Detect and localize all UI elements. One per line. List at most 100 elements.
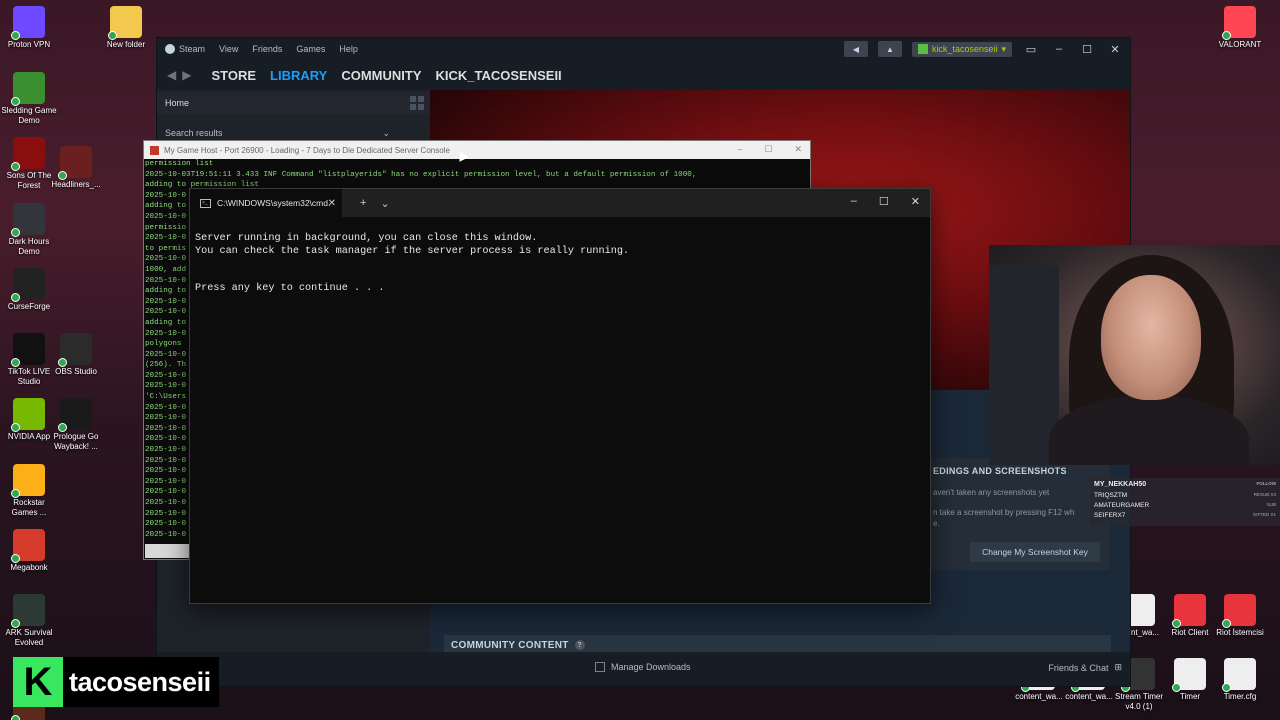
desktop-icon-label: Proton VPN [7,40,51,49]
ark-icon [11,594,45,628]
desktop-icon-label: VALORANT [1218,40,1262,49]
back-arrow-icon[interactable]: ◀ [167,68,176,82]
cmd-titlebar[interactable]: >_ C:\WINDOWS\system32\cmd. ✕ + ⌄ – ☐ ✕ [190,189,930,217]
desktop-icon-left-3[interactable]: Dark Hours Demo [0,203,58,257]
account-menu[interactable]: kick_tacosenseii ▾ [911,41,1012,57]
close-button[interactable]: ✕ [1106,43,1124,56]
add-friend-icon: ⊞ [1114,662,1122,672]
console-log-line: 2025-10-03T19:51:11 3.433 INF Command "l… [145,170,697,179]
desktop-icon-label: Megabonk [10,563,48,572]
riot-client-icon [1172,594,1206,628]
headliners-icon [58,146,92,180]
steam-menu-steam[interactable]: Steam [165,44,205,54]
grid-view-icon[interactable] [410,96,424,110]
cmd-line-3: Press any key to continue . . . [195,283,385,295]
frog-icon [11,72,45,106]
steam-bottom-bar: Manage Downloads Friends & Chat ⊞ [157,652,1130,686]
desktop-icon-col2-1[interactable]: Headliners_... [47,146,105,190]
cmd-window: >_ C:\WINDOWS\system32\cmd. ✕ + ⌄ – ☐ ✕ … [189,188,931,604]
steam-menu-bar: Steam View Friends Games Help ◀ ▲ kick_t… [157,38,1130,60]
sons-forest-icon [11,137,45,171]
avatar [917,44,928,54]
change-screenshot-key-button[interactable]: Change My Screenshot Key [970,542,1100,562]
maximize-button[interactable]: ☐ [879,195,889,208]
desktop-icon-left-9[interactable]: ARK Survival Evolved [0,594,58,648]
riot-istemcisi-icon [1222,594,1256,628]
desktop-icon-left-7[interactable]: Rockstar Games ... [0,464,58,518]
help-icon[interactable]: ? [574,640,585,650]
close-button[interactable]: ✕ [794,144,802,155]
follower-alerts: MY_NEKKAH50 FOLLOW TRIQSZTM RESUB X3 AMATE… [1090,478,1280,526]
desktop-icon-label: CurseForge [7,302,51,311]
console-log-line: permission list [145,160,214,168]
minimize-button[interactable]: – [737,144,742,155]
cmd-tab[interactable]: >_ C:\WINDOWS\system32\cmd. ✕ [190,189,342,217]
desktop-icon-left-1[interactable]: Sledding Game Demo [0,72,58,126]
notifications-button[interactable]: ▲ [877,41,902,57]
megaphone-icon: ◀ [852,44,860,54]
rockstar-icon [11,464,45,498]
chevron-down-icon: ▾ [1001,43,1006,54]
desktop-icon-label: Prologue Go Wayback! ... [53,432,99,451]
steam-menu-help[interactable]: Help [339,44,358,54]
desktop-icon-label: Riot İstemcisi [1216,628,1264,637]
desktop-icon-col2-0[interactable]: New folder [97,6,155,50]
minimize-button[interactable]: – [1050,43,1068,55]
desktop-icon-label: OBS Studio [55,367,97,376]
folder-icon [108,6,142,40]
nav-community[interactable]: COMMUNITY [341,68,421,83]
maximize-button[interactable]: ☐ [764,144,772,155]
desktop-icon-right-0[interactable]: VALORANT [1211,6,1269,50]
app-icon [150,145,159,155]
desktop-icon-left-8[interactable]: Megabonk [0,529,58,573]
streamer-name: tacosenseii [69,666,211,697]
manage-downloads-button[interactable]: Manage Downloads [595,662,691,672]
big-picture-button[interactable]: ▭ [1022,43,1040,56]
maximize-button[interactable]: ☐ [1078,43,1096,56]
download-icon [595,662,605,672]
prologue-icon [58,398,92,432]
cmd-line-2: You can check the task manager if the se… [195,245,630,257]
close-button[interactable]: ✕ [911,195,920,208]
desktop-icon-label: Sledding Game Demo [1,106,57,125]
forward-arrow-icon[interactable]: ▶ [182,68,191,82]
nav-profile[interactable]: KICK_TACOSENSEII [436,68,562,83]
console-input[interactable] [145,544,189,558]
desktop-icon-right-8[interactable]: Timer.cfg [1211,658,1269,702]
desktop-icon-col2-3[interactable]: Prologue Go Wayback! ... [47,398,105,452]
steam-nav: ◀ ▶ STORE LIBRARY COMMUNITY KICK_TACOSEN… [157,60,1130,90]
obs-icon [58,333,92,367]
new-tab-button[interactable]: + [360,197,366,210]
steam-menu-games[interactable]: Games [296,44,325,54]
announce-button[interactable]: ◀ [843,41,868,57]
chevron-down-icon[interactable]: ⌄ [380,197,389,210]
file-icon [1172,658,1206,692]
desktop-icon-label: NVIDIA App [7,432,51,441]
streamer-branding: K tacosenseii [13,657,219,707]
screenshots-panel: EDINGS AND SCREENSHOTS aven't taken any … [927,458,1110,570]
friends-chat-button[interactable]: Friends & Chat ⊞ [1048,662,1122,673]
console-titlebar[interactable]: My Game Host - Port 26900 - Loading - 7 … [144,141,810,159]
cmd-output[interactable]: Server running in background, you can cl… [190,217,930,296]
cmd-line-1: Server running in background, you can cl… [195,233,538,244]
close-tab-icon[interactable]: ✕ [328,198,336,209]
desktop-icon-label: Rockstar Games ... [11,498,47,517]
desktop-icon-left-4[interactable]: CurseForge [0,268,58,312]
desktop-icon-col2-2[interactable]: OBS Studio [47,333,105,377]
desktop-icon-label: content_wa... [1065,692,1113,701]
megabonk-icon [11,529,45,563]
desktop-icon-label: content_wa... [1015,692,1063,701]
minimize-button[interactable]: – [851,195,857,208]
library-home[interactable]: Home [157,92,430,114]
desktop-icon-label: Dark Hours Demo [8,237,50,256]
tiktok-icon [11,333,45,367]
desktop-icon-left-0[interactable]: Proton VPN [0,6,58,50]
nav-library[interactable]: LIBRARY [270,68,327,83]
nav-store[interactable]: STORE [211,68,256,83]
bell-icon: ▲ [885,44,894,54]
nvidia-icon [11,398,45,432]
steam-menu-friends[interactable]: Friends [252,44,282,54]
desktop-icon-right-2[interactable]: Riot İstemcisi [1211,594,1269,638]
proton-vpn-icon [11,6,45,40]
steam-menu-view[interactable]: View [219,44,238,54]
